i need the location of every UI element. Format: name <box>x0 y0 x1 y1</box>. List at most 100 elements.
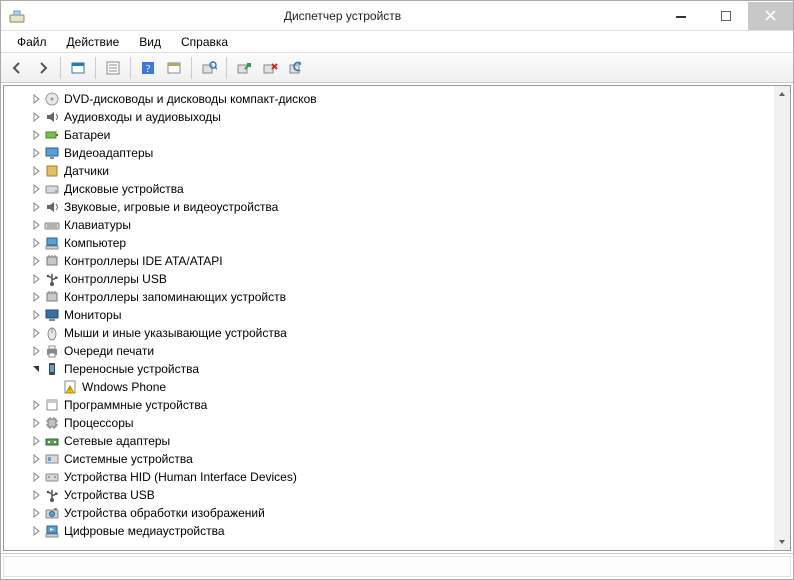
tree-item[interactable]: Устройства USB <box>4 486 774 504</box>
update-driver-button[interactable] <box>284 56 308 80</box>
scan-hardware-button[interactable] <box>197 56 221 80</box>
tree-child-item[interactable]: !Wndows Phone <box>4 378 774 396</box>
tree-item[interactable]: Мониторы <box>4 306 774 324</box>
expand-arrow-icon[interactable] <box>30 399 42 411</box>
hid-icon <box>44 469 60 485</box>
expand-arrow-icon[interactable] <box>30 129 42 141</box>
action-button[interactable] <box>162 56 186 80</box>
statusbar <box>1 553 793 579</box>
tree-item[interactable]: Контроллеры IDE ATA/ATAPI <box>4 252 774 270</box>
toolbar: ? <box>1 53 793 83</box>
tree-item[interactable]: Аудиовходы и аудиовыходы <box>4 108 774 126</box>
computer-icon <box>44 235 60 251</box>
tree-item-label: Батареи <box>64 128 110 142</box>
tree-item[interactable]: Видеоадаптеры <box>4 144 774 162</box>
menu-view[interactable]: Вид <box>129 33 171 51</box>
help-button[interactable]: ? <box>136 56 160 80</box>
expand-arrow-icon[interactable] <box>30 345 42 357</box>
device-tree[interactable]: DVD-дисководы и дисководы компакт-дисков… <box>4 86 774 550</box>
portable-icon <box>44 361 60 377</box>
toolbar-separator <box>130 57 131 79</box>
tree-item[interactable]: Цифровые медиаустройства <box>4 522 774 540</box>
tree-item[interactable]: Сетевые адаптеры <box>4 432 774 450</box>
tree-item[interactable]: Системные устройства <box>4 450 774 468</box>
cpu-icon <box>44 415 60 431</box>
expand-arrow-icon[interactable] <box>30 255 42 267</box>
warning-icon: ! <box>62 379 78 395</box>
tree-item[interactable]: Дисковые устройства <box>4 180 774 198</box>
scroll-up-icon[interactable] <box>774 86 790 102</box>
expand-arrow-icon[interactable] <box>30 165 42 177</box>
tree-item[interactable]: Устройства обработки изображений <box>4 504 774 522</box>
forward-button[interactable] <box>31 56 55 80</box>
scroll-down-icon[interactable] <box>774 534 790 550</box>
close-button[interactable] <box>748 2 793 30</box>
tree-item[interactable]: DVD-дисководы и дисководы компакт-дисков <box>4 90 774 108</box>
toolbar-separator <box>226 57 227 79</box>
expand-arrow-icon[interactable] <box>30 273 42 285</box>
tree-item[interactable]: Датчики <box>4 162 774 180</box>
tree-item[interactable]: Контроллеры USB <box>4 270 774 288</box>
expand-arrow-icon[interactable] <box>30 147 42 159</box>
properties-button[interactable] <box>101 56 125 80</box>
expand-arrow-icon[interactable] <box>30 237 42 249</box>
tree-item[interactable]: Устройства HID (Human Interface Devices) <box>4 468 774 486</box>
tree-item[interactable]: Переносные устройства <box>4 360 774 378</box>
tree-item-label: Контроллеры запоминающих устройств <box>64 290 286 304</box>
scrollbar[interactable] <box>774 86 790 550</box>
tree-item-label: Мониторы <box>64 308 121 322</box>
menu-file[interactable]: Файл <box>7 33 57 51</box>
tree-item-label: Мыши и иные указывающие устройства <box>64 326 287 340</box>
tree-item[interactable]: Батареи <box>4 126 774 144</box>
menubar: Файл Действие Вид Справка <box>1 31 793 53</box>
tree-item[interactable]: Процессоры <box>4 414 774 432</box>
tree-item[interactable]: Контроллеры запоминающих устройств <box>4 288 774 306</box>
expand-arrow-icon[interactable] <box>30 219 42 231</box>
disc-icon <box>44 91 60 107</box>
toolbar-separator <box>60 57 61 79</box>
collapse-arrow-icon[interactable] <box>30 363 42 375</box>
tree-item[interactable]: Программные устройства <box>4 396 774 414</box>
tree-item[interactable]: Звуковые, игровые и видеоустройства <box>4 198 774 216</box>
enable-button[interactable] <box>232 56 256 80</box>
expand-arrow-icon[interactable] <box>30 417 42 429</box>
tree-item-label: Компьютер <box>64 236 126 250</box>
tree-item-label: Аудиовходы и аудиовыходы <box>64 110 221 124</box>
maximize-button[interactable] <box>703 2 748 30</box>
expand-arrow-icon[interactable] <box>30 525 42 537</box>
minimize-button[interactable] <box>658 2 703 30</box>
expand-arrow-icon[interactable] <box>30 453 42 465</box>
toolbar-separator <box>191 57 192 79</box>
sensor-icon <box>44 163 60 179</box>
svg-text:?: ? <box>146 63 151 75</box>
menu-help[interactable]: Справка <box>171 33 238 51</box>
back-button[interactable] <box>5 56 29 80</box>
expand-arrow-icon[interactable] <box>30 489 42 501</box>
expand-arrow-icon[interactable] <box>30 435 42 447</box>
menu-action[interactable]: Действие <box>57 33 130 51</box>
printer-icon <box>44 343 60 359</box>
software-icon <box>44 397 60 413</box>
system-icon <box>44 451 60 467</box>
tree-item[interactable]: Компьютер <box>4 234 774 252</box>
expand-arrow-icon[interactable] <box>30 327 42 339</box>
expand-arrow-icon[interactable] <box>30 507 42 519</box>
speaker-icon <box>44 109 60 125</box>
expand-arrow-icon[interactable] <box>30 471 42 483</box>
usb-icon <box>44 271 60 287</box>
uninstall-button[interactable] <box>258 56 282 80</box>
tree-item[interactable]: Клавиатуры <box>4 216 774 234</box>
tree-item[interactable]: Мыши и иные указывающие устройства <box>4 324 774 342</box>
tree-item-label: Видеоадаптеры <box>64 146 153 160</box>
scroll-track[interactable] <box>774 102 790 534</box>
expand-arrow-icon[interactable] <box>30 93 42 105</box>
show-hide-console-button[interactable] <box>66 56 90 80</box>
expand-arrow-icon[interactable] <box>30 309 42 321</box>
expand-arrow-icon[interactable] <box>30 183 42 195</box>
expand-arrow-icon[interactable] <box>30 201 42 213</box>
expand-arrow-icon[interactable] <box>30 111 42 123</box>
tree-item[interactable]: Очереди печати <box>4 342 774 360</box>
tree-item-label: Очереди печати <box>64 344 154 358</box>
expand-arrow-icon[interactable] <box>30 291 42 303</box>
toolbar-separator <box>95 57 96 79</box>
